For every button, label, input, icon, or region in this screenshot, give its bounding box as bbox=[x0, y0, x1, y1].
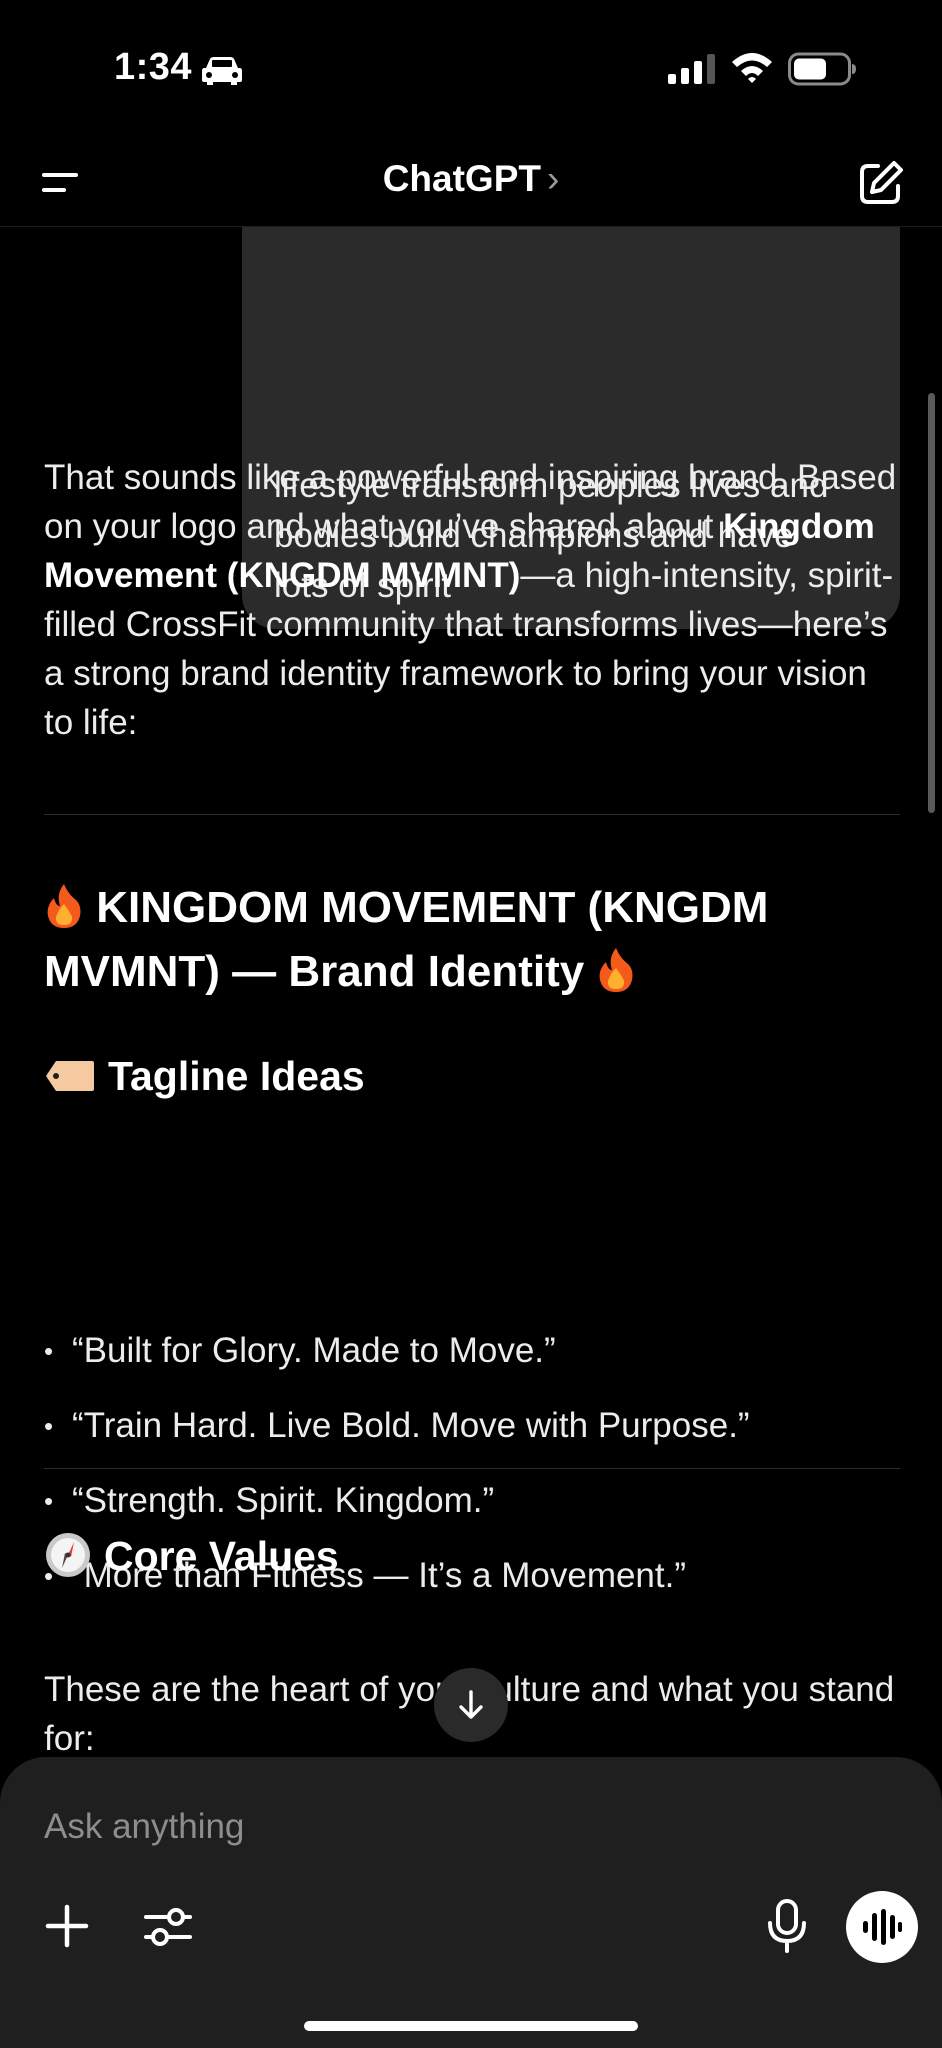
plus-icon[interactable] bbox=[40, 1899, 94, 1953]
compass-icon bbox=[46, 1533, 90, 1578]
voice-mode-icon bbox=[863, 1909, 902, 1945]
compose-icon[interactable] bbox=[856, 158, 906, 208]
voice-mode-button[interactable] bbox=[846, 1891, 918, 1963]
signal-icon bbox=[668, 54, 715, 84]
scroll-to-bottom-button[interactable] bbox=[434, 1668, 508, 1742]
divider bbox=[44, 1468, 900, 1469]
list-item: “Train Hard. Live Bold. Move with Purpos… bbox=[44, 1401, 904, 1476]
status-bar: 1:34 bbox=[0, 0, 942, 140]
tools-icon[interactable] bbox=[140, 1899, 196, 1955]
tagline-heading-text: Tagline Ideas bbox=[108, 1053, 365, 1099]
composer bbox=[0, 1757, 942, 2048]
wifi-icon bbox=[732, 53, 772, 83]
list-item: “Built for Glory. Made to Move.” bbox=[44, 1326, 904, 1401]
chevron-right-icon: › bbox=[546, 158, 560, 199]
fire-emoji-icon bbox=[47, 884, 81, 929]
label-tag-icon bbox=[46, 1061, 94, 1092]
home-indicator bbox=[304, 2021, 638, 2031]
mic-icon[interactable] bbox=[760, 1897, 814, 1955]
tagline-ideas-heading: Tagline Ideas bbox=[44, 1048, 365, 1104]
top-nav-bar: ChatGPT › bbox=[0, 140, 942, 227]
core-values-heading-text: Core Values bbox=[104, 1533, 339, 1579]
brand-identity-heading: KINGDOM MOVEMENT (KNGDM MVMNT) — Brand I… bbox=[44, 876, 904, 1004]
brand-heading-text: KINGDOM MOVEMENT (KNGDM MVMNT) — Brand I… bbox=[44, 883, 769, 996]
assistant-intro-paragraph: That sounds like a powerful and inspirin… bbox=[44, 453, 904, 747]
core-values-heading: Core Values bbox=[44, 1528, 339, 1584]
divider bbox=[44, 814, 900, 815]
arrow-down-icon bbox=[459, 1690, 483, 1719]
nav-title: ChatGPT bbox=[382, 158, 541, 199]
car-icon bbox=[202, 57, 242, 85]
battery-icon bbox=[788, 52, 856, 86]
message-input[interactable] bbox=[44, 1797, 644, 1857]
status-time: 1:34 bbox=[114, 46, 193, 88]
scrollbar[interactable] bbox=[928, 393, 935, 813]
chat-scroll-area[interactable]: lifestyle transform peoples lives and bo… bbox=[0, 227, 942, 1757]
fire-emoji-icon bbox=[600, 948, 633, 993]
model-selector[interactable]: ChatGPT › bbox=[0, 158, 942, 200]
